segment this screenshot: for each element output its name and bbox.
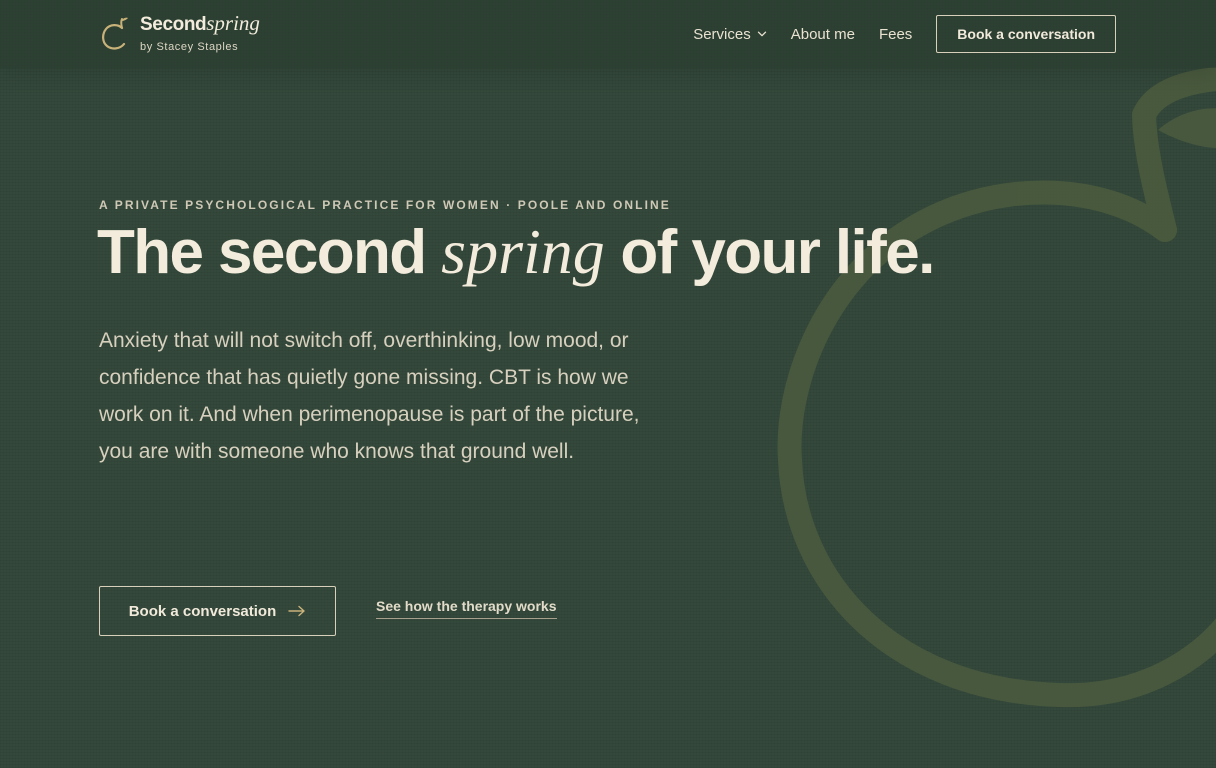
fruit-illustration-icon [777, 67, 1216, 708]
brand-name-bold: Second [140, 14, 207, 35]
hero-eyebrow: A PRIVATE PSYCHOLOGICAL PRACTICE FOR WOM… [99, 198, 671, 212]
hero-description: Anxiety that will not switch off, overth… [99, 329, 640, 463]
headline-end: of your life. [620, 218, 935, 287]
chevron-down-icon [757, 31, 766, 37]
book-conversation-nav-button[interactable]: Book a conversation [936, 15, 1116, 53]
nav-item-fees[interactable]: Fees [879, 26, 912, 43]
nav-item-label: Services [693, 25, 751, 43]
nav-item-about-me[interactable]: About me [791, 26, 855, 43]
brand-name-script: spring [206, 11, 260, 35]
arrow-right-icon [288, 605, 305, 617]
headline-start: The second [97, 218, 427, 287]
hero-headline: The second spring of your life. [97, 214, 935, 291]
logo[interactable]: Secondspring by Stacey Staples [100, 12, 260, 55]
see-how-therapy-works-link[interactable]: See how the therapy works [376, 598, 557, 619]
brand-byline: by Stacey Staples [140, 41, 239, 53]
fruit-icon [102, 17, 128, 50]
nav-item-services[interactable]: Services [693, 26, 767, 43]
main-nav: Services About me Fees Book a conversati… [693, 15, 1116, 53]
nav-item-label: Fees [878, 25, 913, 43]
book-conversation-label: Book a conversation [128, 602, 277, 620]
book-conversation-button[interactable]: Book a conversation [99, 586, 336, 636]
page: Secondspring by Stacey Staples Services … [0, 0, 1216, 768]
brand-name: Secondspring [140, 12, 260, 36]
site-header: Secondspring by Stacey Staples Services … [0, 0, 1216, 68]
headline-script-word: spring [441, 216, 605, 287]
logo-text: Secondspring by Stacey Staples [140, 12, 260, 55]
nav-item-label: About me [790, 25, 855, 43]
